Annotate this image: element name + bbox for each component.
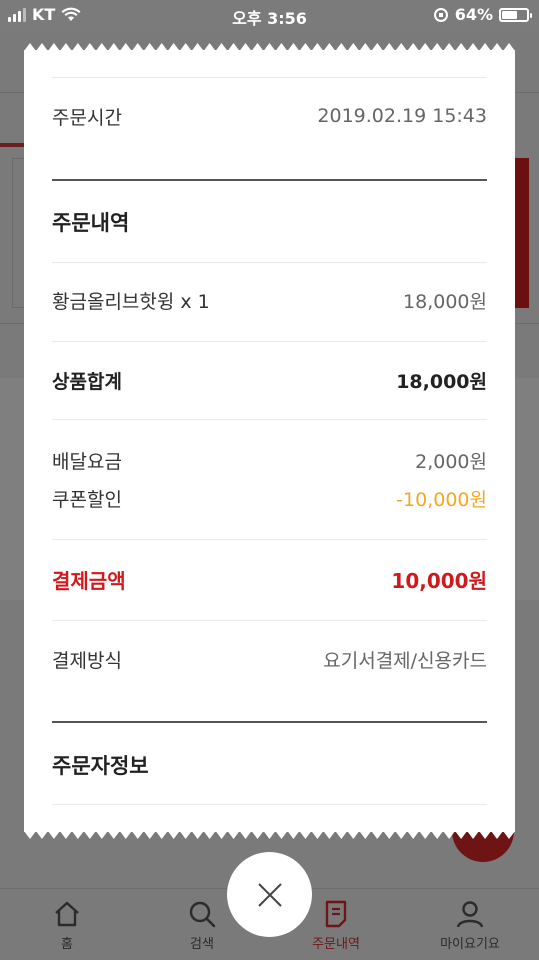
home-icon [55,901,79,927]
order-time-label: 주문시간 [52,106,122,129]
background-red-panel [515,158,529,308]
nav-home-label: 홈 [61,937,73,952]
delivery-fee-value: 2,000원 [415,450,487,473]
order-item-name: 황금올리브핫윙 x 1 [52,290,210,313]
divider [52,539,487,540]
payment-total-label: 결제금액 [52,568,126,593]
nav-my-yogiyo[interactable]: 마이요기요 [420,899,520,952]
subtotal-label: 상품합계 [52,370,122,393]
payment-method-value: 요기서결제/신용카드 [323,649,487,672]
nav-my-yogiyo-label: 마이요기요 [440,937,500,952]
subtotal-row: 상품합계 18,000원 [52,368,487,393]
divider [52,262,487,263]
divider [52,77,487,78]
subtotal-value: 18,000원 [396,370,487,393]
divider [52,620,487,621]
section-divider [52,179,487,181]
payment-total-row: 결제금액 10,000원 [52,566,487,593]
status-bar: KT 오후 3:56 64% [0,0,539,32]
divider [52,804,487,805]
coupon-discount-row: 쿠폰할인 -10,000원 [52,486,487,511]
nav-search-label: 검색 [190,937,214,952]
section-divider [52,721,487,723]
close-icon [257,882,282,907]
orderer-info-title: 주문자정보 [52,754,149,778]
search-icon [189,901,216,928]
order-time-value: 2019.02.19 15:43 [317,105,487,127]
close-button[interactable] [227,852,312,937]
divider [52,419,487,420]
coupon-discount-value: -10,000원 [396,488,487,511]
battery-percent: 64% [454,5,493,24]
battery-icon [499,7,532,22]
order-item-price: 18,000원 [403,290,487,313]
delivery-fee-label: 배달요금 [52,450,122,473]
nav-home[interactable]: 홈 [17,899,117,952]
coupon-discount-label: 쿠폰할인 [52,488,122,511]
delivery-fee-row: 배달요금 2,000원 [52,448,487,473]
payment-method-row: 결제방식 요기서결제/신용카드 [52,647,487,672]
order-details-title: 주문내역 [52,211,130,235]
payment-method-label: 결제방식 [52,649,122,672]
order-receipt: 주문시간 2019.02.19 15:43 주문내역 황금올리브핫윙 x 1 1… [24,50,515,832]
receipt-bottom-edge [24,831,515,839]
order-item-row: 황금올리브핫윙 x 1 18,000원 [52,288,487,313]
divider [52,341,487,342]
nav-order-history-label: 주문내역 [312,937,360,952]
order-time-row: 주문시간 2019.02.19 15:43 [52,104,487,129]
background-tab-indicator [0,143,24,147]
order-history-icon [325,900,347,928]
profile-icon [456,901,484,928]
payment-total-value: 10,000원 [391,568,487,593]
orientation-lock-icon [433,7,448,22]
